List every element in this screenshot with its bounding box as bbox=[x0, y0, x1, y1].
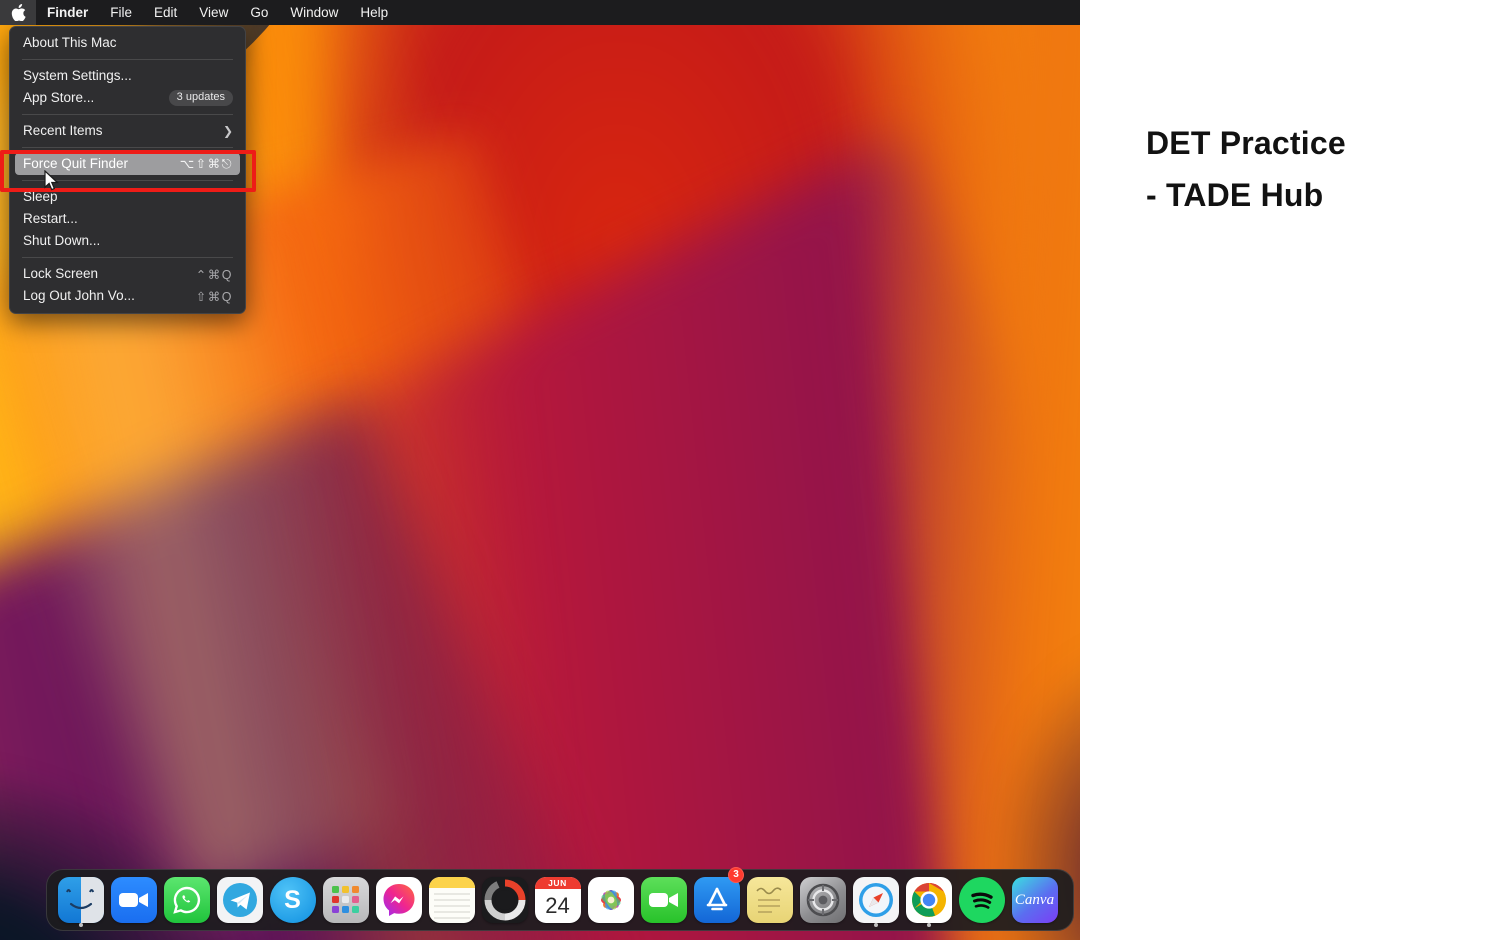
spotify-icon bbox=[958, 877, 1005, 923]
menu-item-recent-items[interactable]: Recent Items ❯ bbox=[15, 120, 240, 142]
menu-item-label: Restart... bbox=[23, 211, 78, 227]
menu-item-log-out[interactable]: Log Out John Vo... ⇧⌘Q bbox=[15, 285, 240, 307]
page-title: DET Practice - TADE Hub bbox=[1146, 125, 1346, 213]
menu-item-label: About This Mac bbox=[23, 35, 117, 51]
app-store-updates-badge: 3 updates bbox=[168, 90, 233, 106]
menu-bar-item-help[interactable]: Help bbox=[349, 0, 399, 25]
dock-item-stickies[interactable] bbox=[743, 869, 796, 931]
menu-item-app-store[interactable]: App Store... 3 updates bbox=[15, 87, 240, 109]
menu-bar: Finder File Edit View Go Window Help bbox=[0, 0, 1080, 25]
calendar-day-label: 24 bbox=[545, 892, 570, 918]
app-store-badge: 3 bbox=[728, 867, 744, 883]
menu-item-lock-screen[interactable]: Lock Screen ⌃⌘Q bbox=[15, 263, 240, 285]
menu-item-shortcut: ⌃⌘Q bbox=[195, 267, 233, 282]
menu-item-label: System Settings... bbox=[23, 68, 132, 84]
dock-item-zoom[interactable] bbox=[107, 869, 160, 931]
dock-item-app-store[interactable]: 3 bbox=[690, 867, 744, 931]
menu-bar-item-edit[interactable]: Edit bbox=[143, 0, 188, 25]
dock-item-canva[interactable]: Canva bbox=[1008, 869, 1061, 931]
menu-item-label: Shut Down... bbox=[23, 233, 101, 249]
launchpad-icon bbox=[322, 877, 369, 923]
menu-item-label: App Store... bbox=[23, 90, 95, 106]
canva-icon: Canva bbox=[1011, 877, 1058, 923]
dock-item-whatsapp[interactable] bbox=[160, 869, 213, 931]
menu-separator bbox=[22, 59, 233, 60]
menu-item-label: Recent Items bbox=[23, 123, 103, 139]
running-indicator-dot bbox=[926, 923, 931, 927]
dock-item-messenger[interactable] bbox=[372, 869, 425, 931]
dock: S JUN 24 3 Canva bbox=[46, 867, 1074, 931]
menu-item-shortcut: ⌥⇧⌘⎋ bbox=[179, 157, 233, 171]
mouse-cursor-icon bbox=[44, 169, 60, 197]
stickies-icon bbox=[746, 877, 793, 923]
menu-separator bbox=[22, 147, 233, 148]
dock-item-podcasts[interactable] bbox=[478, 869, 531, 931]
dock-item-system-settings[interactable] bbox=[796, 869, 849, 931]
menu-bar-item-window[interactable]: Window bbox=[279, 0, 349, 25]
finder-icon bbox=[57, 877, 104, 923]
dock-item-calendar[interactable]: JUN 24 bbox=[531, 869, 584, 931]
calendar-icon: JUN 24 bbox=[534, 877, 581, 923]
skype-icon: S bbox=[269, 877, 316, 923]
menu-bar-item-view[interactable]: View bbox=[188, 0, 239, 25]
dock-item-finder[interactable] bbox=[54, 869, 107, 931]
app-store-icon bbox=[693, 877, 740, 923]
annotation-panel: DET Practice - TADE Hub bbox=[1080, 0, 1503, 940]
menu-item-system-settings[interactable]: System Settings... bbox=[15, 65, 240, 87]
menu-bar-item-go[interactable]: Go bbox=[239, 0, 279, 25]
notes-icon bbox=[428, 877, 475, 923]
running-indicator-dot bbox=[78, 923, 83, 927]
apple-logo-icon[interactable] bbox=[0, 0, 36, 25]
zoom-icon bbox=[110, 877, 157, 923]
safari-icon bbox=[852, 877, 899, 923]
dock-item-chrome[interactable] bbox=[902, 869, 955, 931]
menu-item-restart[interactable]: Restart... bbox=[15, 208, 240, 230]
dock-item-telegram[interactable] bbox=[213, 869, 266, 931]
menu-separator bbox=[22, 114, 233, 115]
macos-desktop-screenshot: Finder File Edit View Go Window Help Abo… bbox=[0, 0, 1080, 940]
running-indicator-dot bbox=[873, 923, 878, 927]
dock-item-photos[interactable] bbox=[584, 869, 637, 931]
canva-wordmark: Canva bbox=[1014, 891, 1055, 908]
whatsapp-icon bbox=[163, 877, 210, 923]
menu-separator bbox=[22, 257, 233, 258]
facetime-icon bbox=[640, 877, 687, 923]
dock-item-facetime[interactable] bbox=[637, 869, 690, 931]
messenger-icon bbox=[375, 877, 422, 923]
dock-item-notes[interactable] bbox=[425, 869, 478, 931]
podcasts-icon bbox=[481, 877, 528, 923]
dock-item-spotify[interactable] bbox=[955, 869, 1008, 931]
chevron-right-icon: ❯ bbox=[222, 124, 233, 138]
dock-item-skype[interactable]: S bbox=[266, 869, 319, 931]
photos-icon bbox=[587, 877, 634, 923]
menu-bar-item-file[interactable]: File bbox=[99, 0, 143, 25]
dock-item-launchpad[interactable] bbox=[319, 869, 372, 931]
system-settings-icon bbox=[799, 877, 846, 923]
menu-item-label: Force Quit Finder bbox=[23, 156, 129, 172]
telegram-icon bbox=[216, 877, 263, 923]
menu-item-shortcut: ⇧⌘Q bbox=[195, 289, 233, 304]
menu-bar-item-finder[interactable]: Finder bbox=[36, 0, 99, 25]
menu-item-about-this-mac[interactable]: About This Mac bbox=[15, 32, 240, 54]
dock-item-safari[interactable] bbox=[849, 869, 902, 931]
menu-item-label: Lock Screen bbox=[23, 266, 99, 282]
chrome-icon bbox=[905, 877, 952, 923]
menu-item-shut-down[interactable]: Shut Down... bbox=[15, 230, 240, 252]
menu-item-label: Log Out John Vo... bbox=[23, 288, 135, 304]
